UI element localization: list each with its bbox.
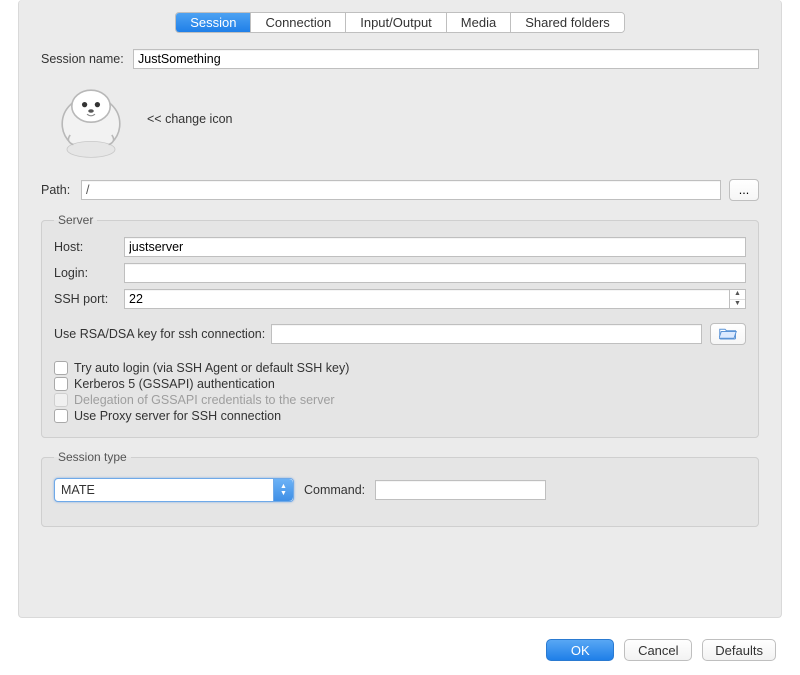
auto-login-row[interactable]: Try auto login (via SSH Agent or default…: [54, 361, 746, 375]
path-row: Path: ...: [41, 179, 759, 201]
session-type-legend: Session type: [54, 450, 131, 464]
kerberos-label: Kerberos 5 (GSSAPI) authentication: [74, 377, 275, 391]
rsa-key-row: Use RSA/DSA key for ssh connection:: [54, 323, 746, 345]
cancel-button[interactable]: Cancel: [624, 639, 692, 661]
path-browse-button[interactable]: ...: [729, 179, 759, 201]
login-input[interactable]: [124, 263, 746, 283]
defaults-button[interactable]: Defaults: [702, 639, 776, 661]
delegation-row: Delegation of GSSAPI credentials to the …: [54, 393, 746, 407]
tab-connection[interactable]: Connection: [251, 13, 346, 32]
kerberos-checkbox[interactable]: [54, 377, 68, 391]
session-type-select[interactable]: MATE ▲▼: [54, 478, 294, 502]
ssh-port-input[interactable]: [124, 289, 730, 309]
login-row: Login:: [54, 263, 746, 283]
use-proxy-checkbox[interactable]: [54, 409, 68, 423]
path-input: [81, 180, 721, 200]
delegation-checkbox: [54, 393, 68, 407]
session-icon-row: << change icon: [51, 79, 759, 159]
rsa-key-input[interactable]: [271, 324, 702, 344]
select-updown-icon[interactable]: ▲▼: [273, 479, 293, 501]
tab-bar-container: Session Connection Input/Output Media Sh…: [19, 12, 781, 33]
delegation-label: Delegation of GSSAPI credentials to the …: [74, 393, 335, 407]
change-icon-label[interactable]: << change icon: [147, 112, 233, 126]
use-proxy-row[interactable]: Use Proxy server for SSH connection: [54, 409, 746, 423]
command-input[interactable]: [375, 480, 546, 500]
session-preferences-window: Session Connection Input/Output Media Sh…: [0, 0, 800, 675]
ok-button[interactable]: OK: [546, 639, 614, 661]
use-proxy-label: Use Proxy server for SSH connection: [74, 409, 281, 423]
server-group-legend: Server: [54, 213, 97, 227]
ssh-port-spinner[interactable]: ▲ ▼: [124, 289, 746, 309]
host-input[interactable]: [124, 237, 746, 257]
folder-open-icon: [719, 326, 737, 343]
rsa-key-browse-button[interactable]: [710, 323, 746, 345]
session-name-label: Session name:: [41, 52, 133, 66]
session-type-group: Session type MATE ▲▼ Command:: [41, 450, 759, 527]
tab-media[interactable]: Media: [447, 13, 511, 32]
session-type-value: MATE: [61, 483, 95, 497]
session-name-row: Session name:: [41, 49, 759, 69]
host-row: Host:: [54, 237, 746, 257]
rsa-key-label: Use RSA/DSA key for ssh connection:: [54, 327, 265, 341]
tab-shared-folders[interactable]: Shared folders: [511, 13, 624, 32]
auto-login-label: Try auto login (via SSH Agent or default…: [74, 361, 349, 375]
dialog-button-bar: OK Cancel Defaults: [546, 639, 776, 661]
command-label: Command:: [304, 483, 365, 497]
session-name-input[interactable]: [133, 49, 759, 69]
host-label: Host:: [54, 240, 124, 254]
tab-input-output[interactable]: Input/Output: [346, 13, 447, 32]
auto-login-checkbox[interactable]: [54, 361, 68, 375]
session-tab-body: Session name:: [19, 43, 781, 547]
session-type-row: MATE ▲▼ Command:: [54, 478, 746, 502]
dialog-inner-panel: Session Connection Input/Output Media Sh…: [18, 0, 782, 618]
kerberos-row[interactable]: Kerberos 5 (GSSAPI) authentication: [54, 377, 746, 391]
login-label: Login:: [54, 266, 124, 280]
server-group: Server Host: Login: SSH port: ▲ ▼: [41, 213, 759, 438]
path-label: Path:: [41, 183, 81, 197]
ssh-port-row: SSH port: ▲ ▼: [54, 289, 746, 309]
ssh-port-label: SSH port:: [54, 292, 124, 306]
session-seal-icon[interactable]: [51, 79, 131, 159]
tab-session[interactable]: Session: [176, 13, 251, 32]
chevron-up-icon[interactable]: ▲: [730, 290, 745, 300]
tab-bar: Session Connection Input/Output Media Sh…: [175, 12, 625, 33]
chevron-down-icon[interactable]: ▼: [730, 300, 745, 309]
ssh-port-stepper[interactable]: ▲ ▼: [730, 289, 746, 309]
